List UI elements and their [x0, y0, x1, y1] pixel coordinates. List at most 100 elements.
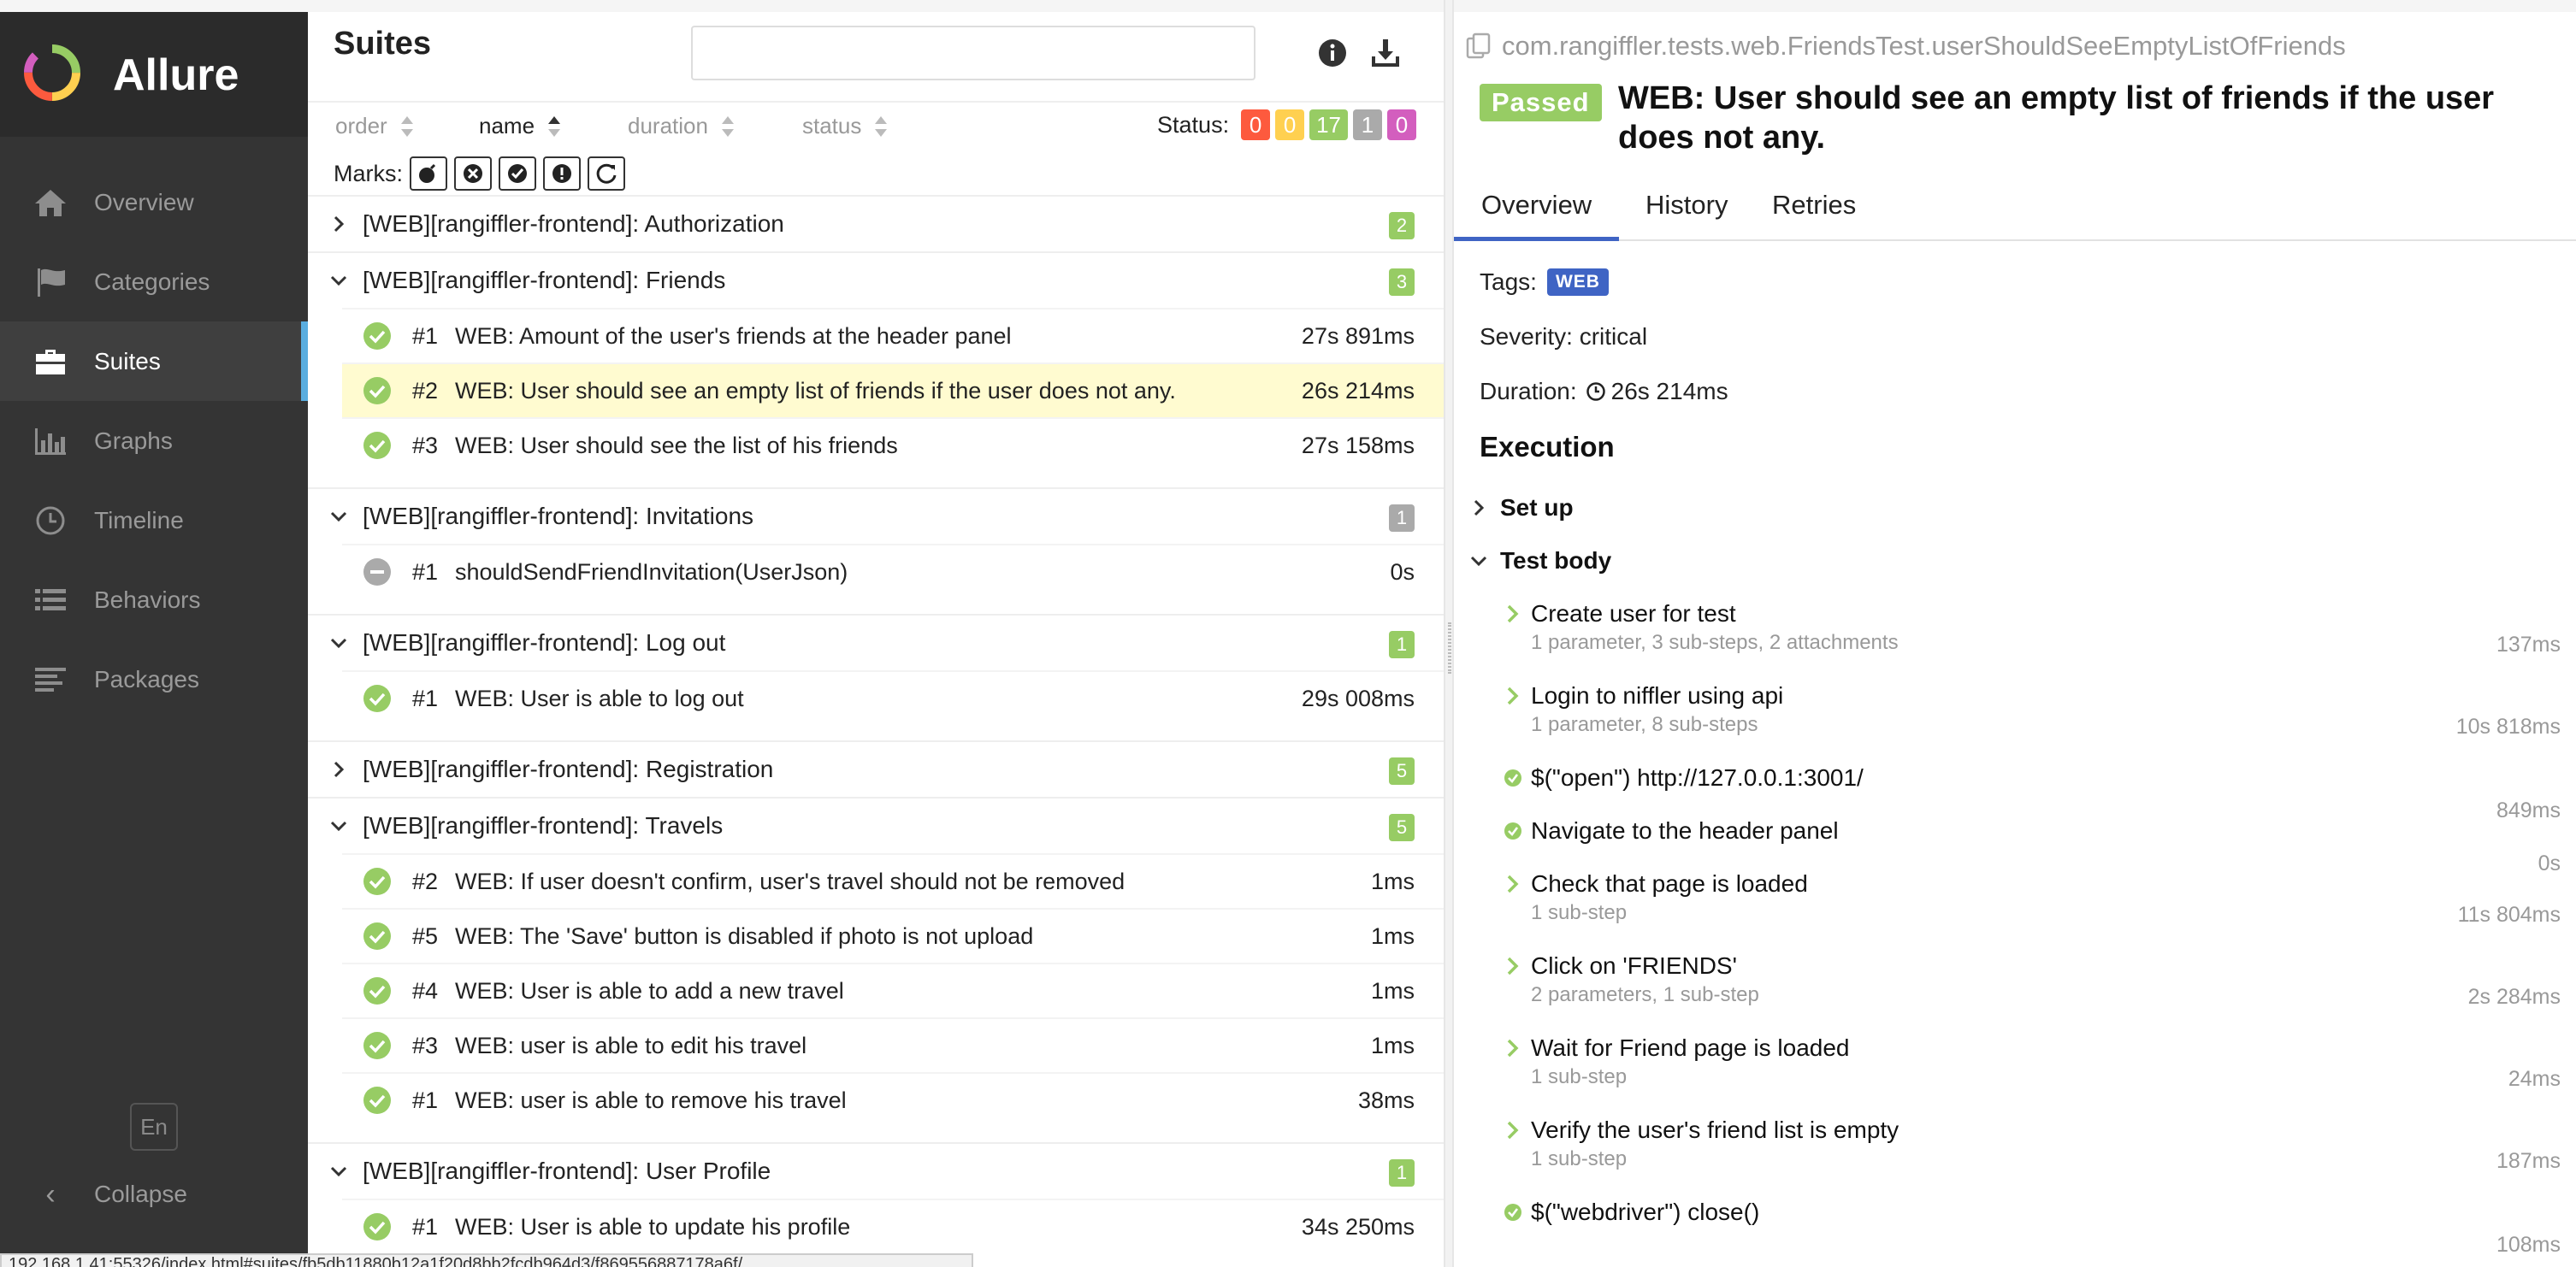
suite-group-row[interactable]: [WEB][rangiffler-frontend]: Friends 3 — [308, 251, 1444, 308]
sidebar-item-packages[interactable]: Packages — [0, 639, 308, 719]
step-meta: 1 parameter, 3 sub-steps, 2 attachments — [1531, 631, 1899, 654]
info-icon[interactable] — [1315, 36, 1350, 70]
chevron-right-icon — [1507, 957, 1519, 975]
step-duration: 108ms — [2496, 1233, 2561, 1257]
download-icon[interactable] — [1368, 36, 1403, 70]
status-count-passed[interactable]: 17 — [1309, 109, 1348, 140]
suite-group-name: [WEB][rangiffler-frontend]: Invitations — [363, 503, 754, 529]
copy-icon[interactable] — [1464, 32, 1493, 61]
status-count-skipped[interactable]: 1 — [1353, 109, 1382, 140]
sidebar-item-suites[interactable]: Suites — [0, 321, 308, 401]
flag-icon — [32, 266, 68, 298]
language-switcher[interactable]: En — [130, 1103, 178, 1151]
suite-group-row[interactable]: [WEB][rangiffler-frontend]: Travels 5 — [308, 797, 1444, 853]
refresh-icon[interactable] — [588, 156, 625, 191]
test-duration: 38ms — [1357, 1087, 1415, 1113]
top-border — [0, 0, 308, 12]
collapse-button[interactable]: ‹ Collapse — [32, 1175, 187, 1214]
tab-history[interactable]: History — [1618, 178, 1755, 241]
sort-by-name[interactable]: name — [479, 113, 561, 139]
tab-retries[interactable]: Retries — [1745, 178, 1883, 241]
duration-value: 26s 214ms — [1610, 378, 1728, 404]
sidebar-item-overview[interactable]: Overview — [0, 162, 308, 242]
suite-count-badge: 1 — [1389, 631, 1415, 658]
sort-by-status[interactable]: status — [802, 113, 888, 139]
status-count-unknown[interactable]: 0 — [1387, 109, 1416, 140]
sidebar-item-categories[interactable]: Categories — [0, 242, 308, 321]
suite-group-row[interactable]: [WEB][rangiffler-frontend]: User Profile… — [308, 1142, 1444, 1199]
step-main: $("open") http://127.0.0.1:3001/ — [1504, 764, 2561, 792]
suite-group-row[interactable]: [WEB][rangiffler-frontend]: Invitations 1 — [308, 487, 1444, 544]
test-name: WEB: User should see an empty list of fr… — [455, 377, 1176, 404]
passed-status-icon — [363, 321, 392, 351]
execution-step[interactable]: Click on 'FRIENDS' 2 parameters, 1 sub-st… — [1504, 952, 2561, 1009]
execution-step[interactable]: Create user for test 1 parameter, 3 sub-s… — [1504, 600, 2561, 657]
suite-group-row[interactable]: [WEB][rangiffler-frontend]: Log out 1 — [308, 614, 1444, 670]
search-input[interactable] — [691, 26, 1256, 80]
passed-step-icon — [1504, 769, 1521, 787]
brand-header[interactable]: Allure — [0, 12, 308, 137]
step-meta: 2 parameters, 1 sub-step — [1531, 983, 1759, 1006]
step-main: Verify the user's friend list is empty — [1504, 1117, 2561, 1144]
setup-section[interactable]: Set up — [1469, 494, 1574, 522]
test-number: #4 — [412, 977, 439, 1004]
sidebar-item-timeline[interactable]: Timeline — [0, 480, 308, 560]
execution-step[interactable]: $("webdriver") close() 108ms — [1504, 1199, 2561, 1257]
sidebar-item-label: Categories — [94, 268, 210, 295]
test-number: #3 — [412, 1032, 439, 1058]
execution-step[interactable]: Navigate to the header panel 0s — [1504, 817, 2561, 875]
test-row[interactable]: #2 WEB: If user doesn't confirm, user's t… — [342, 853, 1444, 908]
detail-tabs: Overview History Retries — [1454, 178, 2576, 241]
test-body-section[interactable]: Test body — [1469, 547, 1611, 575]
test-row[interactable]: #2 WEB: User should see an empty list of … — [342, 362, 1444, 417]
test-duration: 1ms — [1370, 922, 1415, 949]
times-circle-icon[interactable] — [454, 156, 492, 191]
splitter-handle[interactable] — [1448, 622, 1451, 674]
test-full-name[interactable]: com.rangiffler.tests.web.FriendsTest.use… — [1464, 31, 2346, 62]
step-name: Check that page is loaded — [1531, 870, 1808, 897]
step-meta: 1 sub-step — [1531, 1065, 1628, 1088]
test-row[interactable]: #4 WEB: User is able to add a new travel 1… — [342, 963, 1444, 1017]
test-row[interactable]: #1 shouldSendFriendInvitation(UserJson) 0s — [342, 544, 1444, 598]
check-circle-icon[interactable] — [499, 156, 536, 191]
test-details-panel: com.rangiffler.tests.web.FriendsTest.use… — [1454, 0, 2576, 1267]
tab-overview[interactable]: Overview — [1454, 178, 1620, 241]
status-count-broken[interactable]: 0 — [1275, 109, 1305, 140]
sidebar-item-behaviors[interactable]: Behaviors — [0, 560, 308, 639]
suite-group-row[interactable]: [WEB][rangiffler-frontend]: Authorizatio… — [308, 195, 1444, 251]
home-icon — [32, 186, 68, 219]
test-row[interactable]: #1 WEB: Amount of the user's friends at t… — [342, 308, 1444, 362]
test-row[interactable]: #5 WEB: The 'Save' button is disabled if … — [342, 908, 1444, 963]
test-row[interactable]: #3 WEB: user is able to edit his travel 1m… — [342, 1017, 1444, 1072]
test-row[interactable]: #1 WEB: User is able to log out 29s 008ms — [342, 670, 1444, 725]
step-name: Create user for test — [1531, 600, 1736, 627]
status-count-failed[interactable]: 0 — [1241, 109, 1271, 140]
pane-splitter[interactable] — [1444, 0, 1454, 1267]
sort-arrows-icon — [400, 115, 413, 137]
tag-badge: WEB — [1546, 268, 1609, 296]
execution-step[interactable]: Login to niffler using api 1 parameter, 8… — [1504, 682, 2561, 739]
test-row[interactable]: #1 WEB: user is able to remove his travel… — [342, 1072, 1444, 1127]
test-number: #1 — [412, 1087, 439, 1113]
passed-status-icon — [363, 1212, 392, 1241]
severity-line: Severity: critical — [1480, 323, 1648, 350]
passed-status-icon — [363, 376, 392, 405]
test-row[interactable]: #3 WEB: User should see the list of his f… — [342, 417, 1444, 472]
sort-by-duration[interactable]: duration — [628, 113, 734, 139]
suite-group-row[interactable]: [WEB][rangiffler-frontend]: Registration… — [308, 740, 1444, 797]
exclamation-circle-icon[interactable] — [543, 156, 581, 191]
execution-step[interactable]: Wait for Friend page is loaded 1 sub-step… — [1504, 1034, 2561, 1091]
test-body-label: Test body — [1500, 547, 1612, 574]
execution-step[interactable]: $("open") http://127.0.0.1:3001/849ms — [1504, 764, 2561, 822]
bomb-icon[interactable] — [410, 156, 447, 191]
test-duration: 1ms — [1370, 868, 1415, 894]
execution-step[interactable]: Check that page is loaded 1 sub-step 11s 8… — [1504, 870, 2561, 927]
sort-by-order[interactable]: order — [335, 113, 413, 139]
sidebar-item-graphs[interactable]: Graphs — [0, 401, 308, 480]
execution-step[interactable]: Verify the user's friend list is empty 1 … — [1504, 1117, 2561, 1173]
suite-count-badge: 5 — [1389, 757, 1415, 785]
sort-arrows-icon — [721, 115, 734, 137]
test-row[interactable]: #1 WEB: User is able to update his profil… — [342, 1199, 1444, 1253]
